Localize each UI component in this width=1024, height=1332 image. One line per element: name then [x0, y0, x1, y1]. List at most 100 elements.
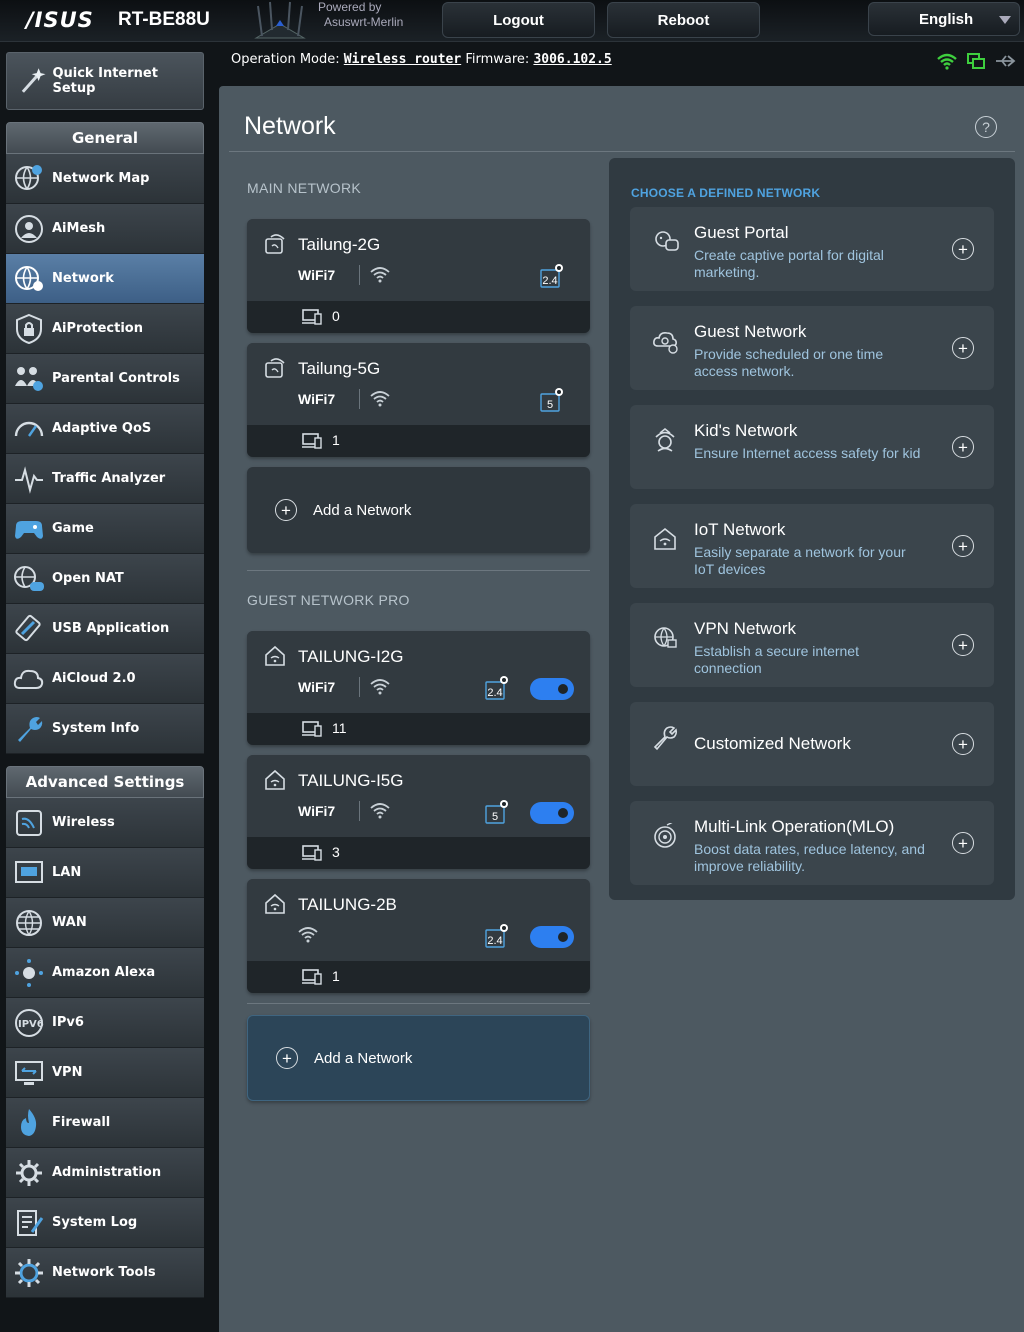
sidebar-item-administration[interactable]: Administration: [6, 1148, 204, 1198]
guest-network-card[interactable]: TAILUNG-I5G WiFi7 5 3: [247, 755, 590, 869]
add-circle-icon[interactable]: +: [952, 733, 974, 755]
defined-network-vpn-network[interactable]: VPN Network Establish a secure internet c…: [630, 603, 994, 687]
network-toggle[interactable]: [530, 678, 574, 700]
sidebar-item-aiprotection[interactable]: AiProtection: [6, 304, 204, 354]
wan-globe-icon: [12, 906, 46, 940]
shield-lock-icon: [12, 312, 46, 346]
sidebar-item-parental-controls[interactable]: Parental Controls: [6, 354, 204, 404]
vpn-icon: [12, 1056, 46, 1090]
defined-network-title: Guest Portal: [694, 223, 789, 242]
svg-text:5: 5: [492, 811, 498, 823]
sidebar-item-wireless[interactable]: Wireless: [6, 798, 204, 848]
separator: [359, 265, 360, 285]
svg-text:2.4: 2.4: [487, 687, 502, 699]
operation-mode-bar: Operation Mode: Wireless router Firmware…: [231, 52, 612, 67]
quick-internet-setup-button[interactable]: Quick Internet Setup: [6, 52, 204, 110]
defined-network-multi-link-operation-mlo[interactable]: Multi-Link Operation(MLO) Boost data rate…: [630, 801, 994, 885]
section-divider: [247, 1003, 590, 1004]
main-network-card[interactable]: Tailung-2G WiFi7 2.4 0: [247, 219, 590, 333]
sidebar-item-game[interactable]: Game: [6, 504, 204, 554]
sidebar-item-label: AiProtection: [52, 321, 143, 336]
tools-gear-icon: [12, 1256, 46, 1290]
logout-button[interactable]: Logout: [442, 2, 595, 38]
main-network-card[interactable]: Tailung-5G WiFi7 5 1: [247, 343, 590, 457]
speedometer-icon: [12, 412, 46, 446]
add-network-button[interactable]: + Add a Network: [247, 467, 590, 553]
sidebar-item-aimesh[interactable]: AiMesh: [6, 204, 204, 254]
defined-network-description: Provide scheduled or one time access net…: [694, 346, 884, 379]
defined-network-description: Establish a secure internet connection: [694, 643, 859, 676]
defined-network-iot-network[interactable]: IoT Network Easily separate a network for…: [630, 504, 994, 588]
sidebar-item-lan[interactable]: LAN: [6, 848, 204, 898]
network-toggle[interactable]: [530, 802, 574, 824]
sidebar-item-usb-application[interactable]: USB Application: [6, 604, 204, 654]
sidebar-item-amazon-alexa[interactable]: Amazon Alexa: [6, 948, 204, 998]
guest-house-wifi-icon: [263, 893, 287, 920]
lan-status-icon[interactable]: [966, 52, 986, 70]
choose-defined-network-label: CHOOSE A DEFINED NETWORK: [631, 186, 821, 200]
add-circle-icon[interactable]: +: [952, 436, 974, 458]
sidebar-item-label: USB Application: [52, 621, 170, 636]
status-icons: [936, 52, 1016, 70]
globe-map-icon: [12, 162, 46, 196]
sidebar-item-network[interactable]: Network: [6, 254, 204, 304]
add-guest-network-button[interactable]: + Add a Network: [247, 1015, 590, 1101]
add-network-label: Add a Network: [314, 1049, 413, 1067]
sidebar-item-label: Adaptive QoS: [52, 421, 152, 436]
help-icon[interactable]: ?: [975, 116, 997, 138]
sidebar-item-wan[interactable]: WAN: [6, 898, 204, 948]
sidebar-item-open-nat[interactable]: Open NAT: [6, 554, 204, 604]
add-circle-icon[interactable]: +: [952, 337, 974, 359]
sidebar-item-ipv6[interactable]: IPV6 IPv6: [6, 998, 204, 1048]
sidebar-item-network-tools[interactable]: Network Tools: [6, 1248, 204, 1298]
defined-network-description: Boost data rates, reduce latency, and im…: [694, 841, 925, 874]
wifi-status-icon[interactable]: [936, 52, 958, 70]
wifi-icon: [369, 389, 391, 412]
general-menu-title: General: [6, 122, 204, 154]
sidebar-item-traffic-analyzer[interactable]: Traffic Analyzer: [6, 454, 204, 504]
defined-network-kid-s-network[interactable]: Kid's Network Ensure Internet access safe…: [630, 405, 994, 489]
defined-network-customized-network[interactable]: Customized Network +: [630, 702, 994, 786]
firewall-icon: [12, 1106, 46, 1140]
band-badge-icon: 5: [539, 387, 565, 418]
model-name: RT-BE88U: [118, 9, 210, 30]
sidebar-item-vpn[interactable]: VPN: [6, 1048, 204, 1098]
wifi7-badge: WiFi7: [298, 267, 336, 283]
sidebar-item-network-map[interactable]: Network Map: [6, 154, 204, 204]
sidebar-item-system-info[interactable]: System Info: [6, 704, 204, 754]
sidebar-item-label: WAN: [52, 915, 87, 930]
defined-network-title: Customized Network: [694, 734, 851, 753]
add-circle-icon[interactable]: +: [952, 832, 974, 854]
quick-setup-label: Quick Internet Setup: [52, 66, 158, 96]
defined-network-guest-portal[interactable]: Guest Portal Create captive portal for di…: [630, 207, 994, 291]
network-card-footer: 1: [247, 425, 590, 457]
portal-icon: [652, 229, 680, 262]
sidebar-item-label: VPN: [52, 1065, 83, 1080]
firmware-vendor: Asuswrt-Merlin: [324, 15, 404, 29]
defined-network-panel: CHOOSE A DEFINED NETWORK Guest Portal Cre…: [609, 158, 1015, 900]
firmware-link[interactable]: 3006.102.5: [533, 52, 611, 67]
reboot-button[interactable]: Reboot: [607, 2, 760, 38]
alexa-icon: [12, 956, 46, 990]
language-select[interactable]: English: [868, 2, 1020, 36]
sidebar-item-adaptive-qos[interactable]: Adaptive QoS: [6, 404, 204, 454]
sidebar-item-aicloud-2-0[interactable]: AiCloud 2.0: [6, 654, 204, 704]
add-circle-icon[interactable]: +: [952, 634, 974, 656]
sidebar-item-label: Firewall: [52, 1115, 111, 1130]
network-toggle[interactable]: [530, 926, 574, 948]
guest-network-card[interactable]: TAILUNG-I2G WiFi7 2.4 11: [247, 631, 590, 745]
sidebar-item-firewall[interactable]: Firewall: [6, 1098, 204, 1148]
sidebar-item-system-log[interactable]: System Log: [6, 1198, 204, 1248]
opmode-link[interactable]: Wireless router: [344, 52, 461, 67]
defined-network-guest-network[interactable]: Guest Network Provide scheduled or one ti…: [630, 306, 994, 390]
guest-network-card[interactable]: TAILUNG-2B 2.4 1: [247, 879, 590, 993]
router-icon: [254, 1, 306, 39]
sidebar: Quick Internet Setup General Network Map…: [6, 52, 204, 1298]
sidebar-item-label: AiCloud 2.0: [52, 671, 136, 686]
add-circle-icon[interactable]: +: [952, 238, 974, 260]
devices-icon: [301, 433, 323, 454]
sidebar-item-label: Network Tools: [52, 1265, 156, 1280]
network-globe-icon: [12, 262, 46, 296]
usb-status-icon[interactable]: [994, 52, 1016, 70]
add-circle-icon[interactable]: +: [952, 535, 974, 557]
